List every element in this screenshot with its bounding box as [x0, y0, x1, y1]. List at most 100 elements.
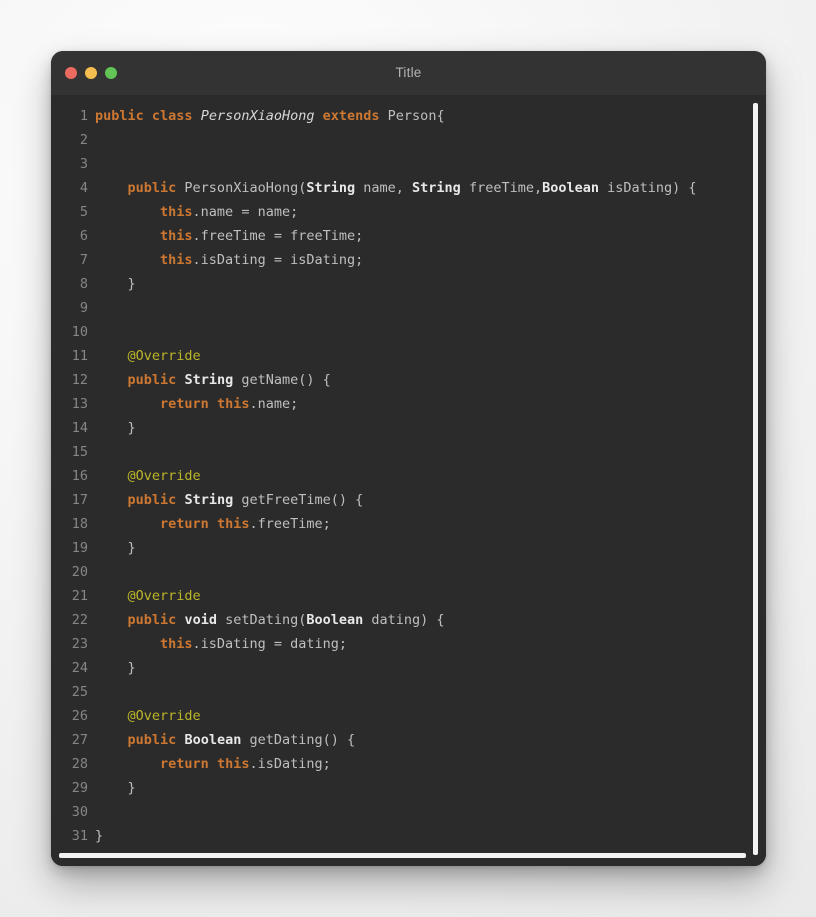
line-number: 31: [71, 828, 88, 844]
code-token: freeTime,: [460, 180, 543, 196]
code-token: String: [184, 492, 234, 508]
code-token: return: [160, 516, 209, 532]
code-token: extends: [322, 108, 380, 124]
code-token: .isDating = isDating;: [192, 252, 364, 268]
code-line[interactable]: 23 this.isDating = dating;: [51, 632, 766, 656]
code-line[interactable]: 27 public Boolean getDating() {: [51, 728, 766, 752]
line-number: 16: [71, 468, 88, 484]
code-token: this: [160, 636, 193, 652]
code-line[interactable]: 9: [51, 296, 766, 320]
code-line-text: @Override: [95, 344, 766, 368]
line-number: 3: [79, 156, 88, 172]
code-token: this: [160, 252, 193, 268]
code-line[interactable]: 14 }: [51, 416, 766, 440]
code-line[interactable]: 1 public class PersonXiaoHong extends Per…: [51, 104, 766, 128]
code-token: getName() {: [233, 372, 331, 388]
code-line[interactable]: 3: [51, 152, 766, 176]
code-line[interactable]: 30: [51, 800, 766, 824]
code-token: this: [216, 756, 250, 772]
code-token: .isDating;: [249, 756, 331, 772]
code-line[interactable]: 7 this.isDating = isDating;: [51, 248, 766, 272]
code-line[interactable]: 31}: [51, 824, 766, 848]
code-token: @Override: [127, 348, 201, 364]
window-title: Title: [395, 65, 422, 80]
code-line[interactable]: 4 public PersonXiaoHong(String name, Str…: [51, 176, 766, 200]
code-line-text: public String getName() {: [95, 368, 766, 392]
code-line-text: }: [95, 272, 766, 296]
line-number: 5: [79, 204, 88, 220]
code-line[interactable]: 16 @Override: [51, 464, 766, 488]
code-token: @Override: [127, 468, 201, 484]
code-token: }: [95, 420, 136, 436]
line-number: 13: [71, 396, 88, 412]
code-editor[interactable]: 1 public class PersonXiaoHong extends Per…: [51, 95, 766, 866]
code-line[interactable]: 18 return this.freeTime;: [51, 512, 766, 536]
code-token: Boolean: [184, 732, 242, 748]
code-line[interactable]: 19 }: [51, 536, 766, 560]
line-number: 1: [79, 108, 88, 124]
code-token: public: [127, 372, 177, 388]
code-line[interactable]: 6 this.freeTime = freeTime;: [51, 224, 766, 248]
code-token: this: [160, 228, 193, 244]
code-line[interactable]: 20: [51, 560, 766, 584]
code-token: @Override: [127, 588, 201, 604]
code-line[interactable]: 2: [51, 128, 766, 152]
code-token: this: [216, 516, 250, 532]
code-line[interactable]: 22 public void setDating(Boolean dating)…: [51, 608, 766, 632]
line-number: 22: [71, 612, 88, 628]
code-line-text: public PersonXiaoHong(String name, Strin…: [95, 176, 766, 200]
horizontal-scrollbar-thumb[interactable]: [59, 853, 746, 858]
code-token: }: [95, 276, 136, 292]
line-number: 29: [71, 780, 88, 796]
code-line-text: public void setDating(Boolean dating) {: [95, 608, 766, 632]
vertical-scrollbar-thumb[interactable]: [753, 103, 758, 855]
horizontal-scrollbar[interactable]: [51, 853, 766, 863]
line-number: 23: [71, 636, 88, 652]
line-number: 15: [71, 444, 88, 460]
code-line[interactable]: 28 return this.isDating;: [51, 752, 766, 776]
code-line[interactable]: 15: [51, 440, 766, 464]
code-token: return: [160, 396, 209, 412]
code-line-text: return this.name;: [95, 392, 766, 416]
code-line[interactable]: 10: [51, 320, 766, 344]
code-token: .name;: [249, 396, 299, 412]
code-token: }: [95, 780, 136, 796]
line-number: 18: [71, 516, 88, 532]
code-token: String: [184, 372, 234, 388]
code-line-text: @Override: [95, 704, 766, 728]
code-line[interactable]: 21 @Override: [51, 584, 766, 608]
code-token: dating) {: [363, 612, 445, 628]
code-token: void: [184, 612, 217, 628]
line-number: 19: [71, 540, 88, 556]
code-line[interactable]: 26 @Override: [51, 704, 766, 728]
code-line[interactable]: 17 public String getFreeTime() {: [51, 488, 766, 512]
line-number: 21: [71, 588, 88, 604]
code-line[interactable]: 11 @Override: [51, 344, 766, 368]
code-line-text: @Override: [95, 464, 766, 488]
code-line[interactable]: 24 }: [51, 656, 766, 680]
vertical-scrollbar[interactable]: [750, 95, 760, 866]
code-line[interactable]: 12 public String getName() {: [51, 368, 766, 392]
line-number: 28: [71, 756, 88, 772]
code-token: getFreeTime() {: [233, 492, 364, 508]
code-line[interactable]: 25: [51, 680, 766, 704]
code-token: PersonXiaoHong(: [176, 180, 307, 196]
code-line[interactable]: 29 }: [51, 776, 766, 800]
line-number: 11: [71, 348, 88, 364]
code-token: public: [127, 612, 177, 628]
code-line[interactable]: 13 return this.name;: [51, 392, 766, 416]
code-token: public: [127, 732, 177, 748]
code-line[interactable]: 8 }: [51, 272, 766, 296]
line-number: 24: [71, 660, 88, 676]
code-line[interactable]: 5 this.name = name;: [51, 200, 766, 224]
